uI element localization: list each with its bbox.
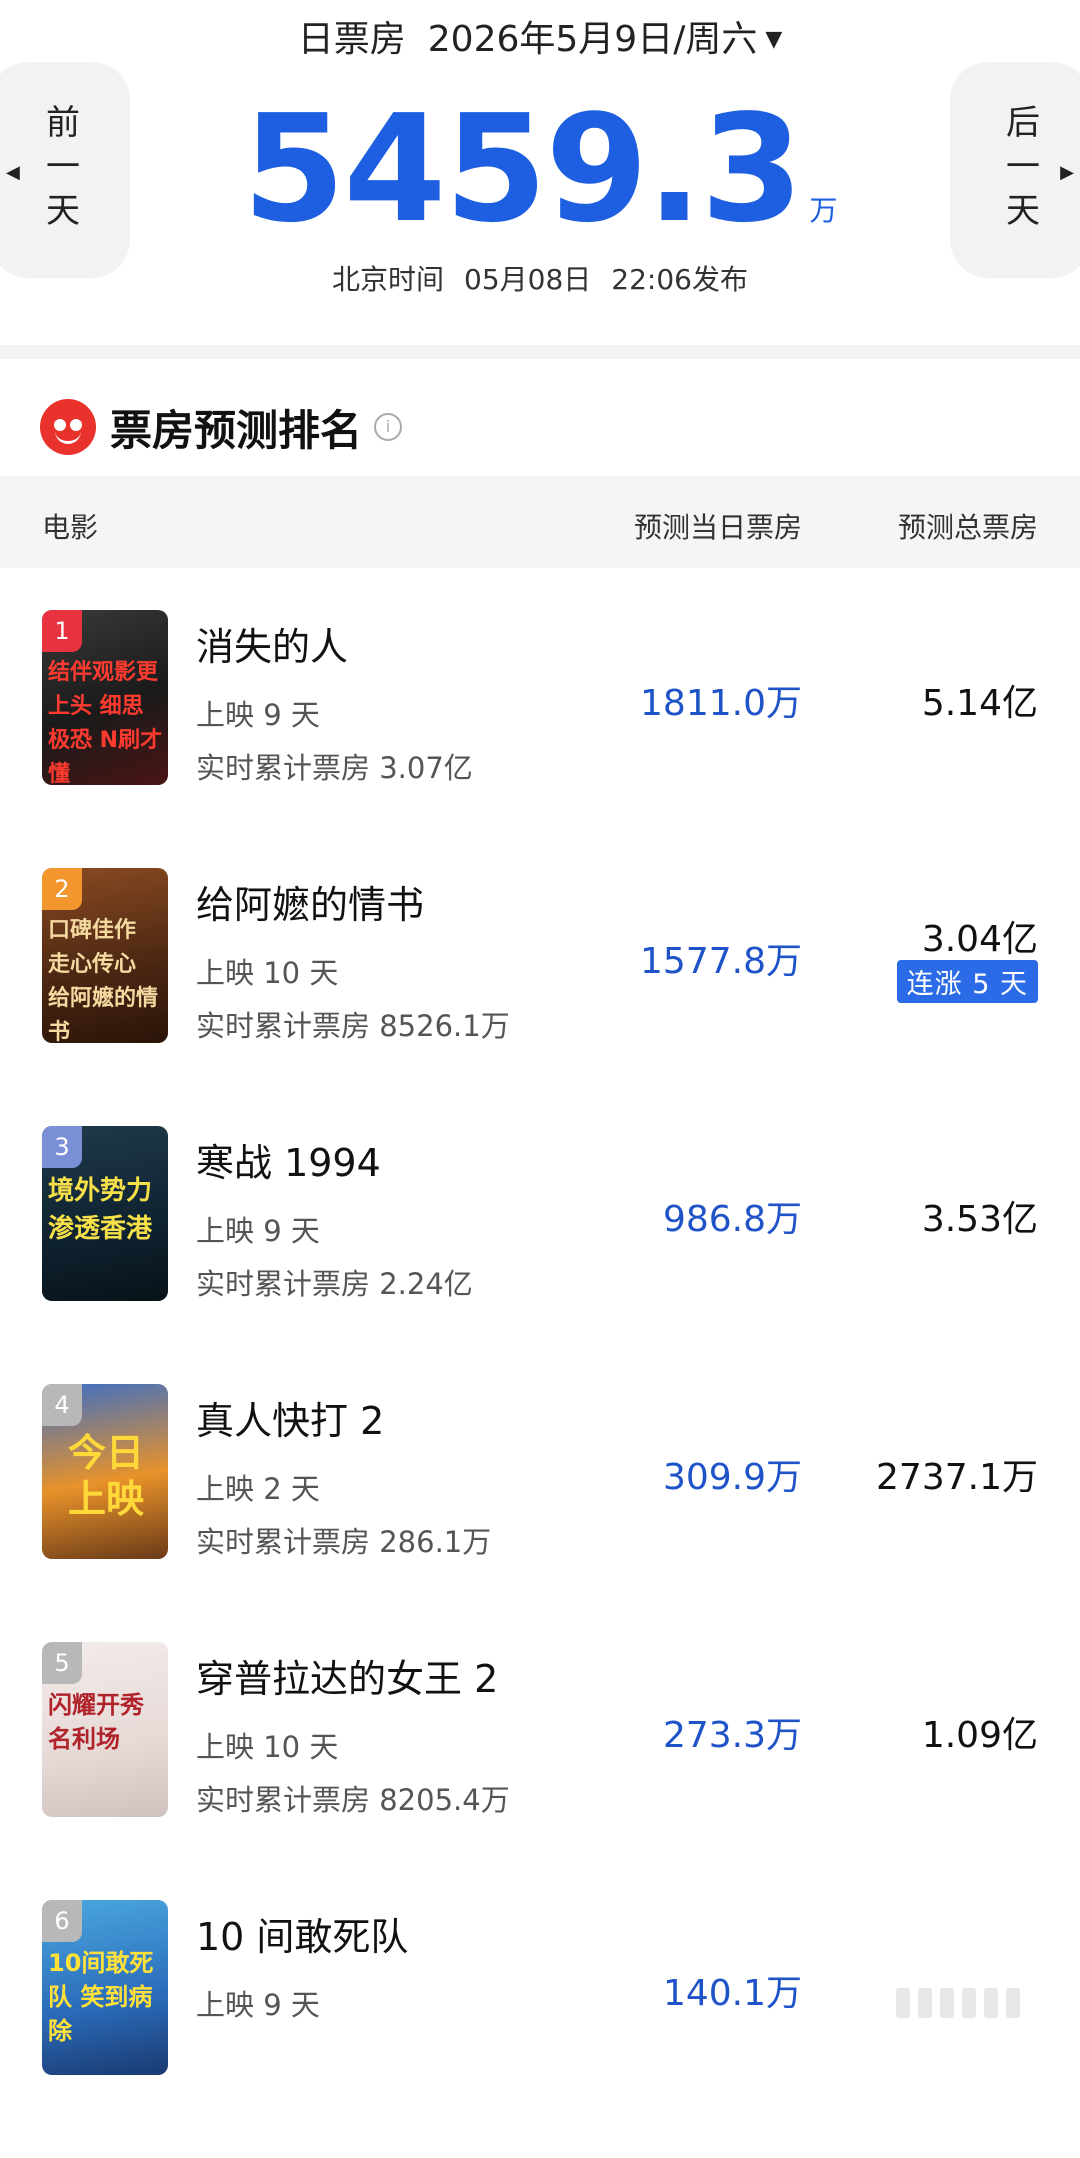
movie-row[interactable]: 1 结伴观影更上头 细思极恐 N刷才懂 消失的人 上映 9 天 实时累计票房 3… xyxy=(0,610,1080,868)
movie-name: 穿普拉达的女王 2 xyxy=(196,1657,499,1701)
poster-text: 闪耀开秀 名利场 xyxy=(48,1691,144,1753)
total-unit: 万 xyxy=(809,194,838,227)
movie-row[interactable]: 4 今日 上映 真人快打 2 上映 2 天 实时累计票房 286.1万 309.… xyxy=(0,1384,1080,1642)
table-header: 电影 预测当日票房 预测总票房 xyxy=(0,476,1080,568)
release-date: 05月08日 xyxy=(464,263,592,296)
rank-badge: 6 xyxy=(42,1900,82,1942)
movie-name: 给阿嬷的情书 xyxy=(196,883,425,927)
movie-cumulative: 实时累计票房 2.24亿 xyxy=(196,1267,473,1301)
poster-text: 10间敢死队 笑到病除 xyxy=(48,1949,154,2045)
poster-text: 结伴观影更上头 细思极恐 N刷才懂 xyxy=(48,660,163,785)
date-text: 2026年5月9日/周六 xyxy=(427,19,758,60)
total-value: 5459.3 xyxy=(242,83,803,255)
total-forecast: 3.53亿 xyxy=(921,1199,1038,1240)
movie-cumulative: 实时累计票房 8205.4万 xyxy=(196,1783,510,1817)
movie-poster: 2 口碑佳作 走心传心 给阿嬷的情书 xyxy=(42,868,168,1043)
movie-row[interactable]: 3 境外势力 渗透香港 寒战 1994 上映 9 天 实时累计票房 2.24亿 … xyxy=(0,1126,1080,1384)
rank-badge: 4 xyxy=(42,1384,82,1426)
total-forecast: 5.14亿 xyxy=(921,683,1038,724)
today-forecast: 140.1万 xyxy=(662,1973,802,2014)
release-clock: 22:06发布 xyxy=(611,263,748,296)
movie-poster: 6 10间敢死队 笑到病除 xyxy=(42,1900,168,2075)
poster-text: 今日 上映 xyxy=(67,1431,144,1521)
movie-name: 消失的人 xyxy=(196,625,349,669)
movie-days: 上映 2 天 xyxy=(196,1472,320,1506)
col-today[interactable]: 预测当日票房 xyxy=(634,506,802,546)
today-forecast: 986.8万 xyxy=(662,1199,802,1240)
date-selector[interactable]: 日票房 2026年5月9日/周六 ▼ xyxy=(0,10,1080,62)
today-forecast: 1577.8万 xyxy=(640,941,802,982)
maoyan-cat-logo-icon xyxy=(40,399,96,455)
daily-box-office-label: 日票房 xyxy=(297,19,406,60)
movie-poster: 1 结伴观影更上头 细思极恐 N刷才懂 xyxy=(42,610,168,785)
section-divider xyxy=(0,345,1080,359)
rank-badge: 5 xyxy=(42,1642,82,1684)
total-box-office: 5459.3 万 xyxy=(0,94,1080,244)
movie-name: 寒战 1994 xyxy=(196,1141,381,1185)
movie-cumulative: 实时累计票房 3.07亿 xyxy=(196,751,473,785)
movie-days: 上映 9 天 xyxy=(196,1214,320,1248)
col-total[interactable]: 预测总票房 xyxy=(898,506,1038,546)
movie-cumulative: 实时累计票房 8526.1万 xyxy=(196,1009,510,1043)
movie-poster: 4 今日 上映 xyxy=(42,1384,168,1559)
col-movie: 电影 xyxy=(42,511,99,544)
release-time: 北京时间 05月08日 22:06发布 xyxy=(0,258,1080,298)
movie-row[interactable]: 2 口碑佳作 走心传心 给阿嬷的情书 给阿嬷的情书 上映 10 天 实时累计票房… xyxy=(0,868,1080,1126)
caret-down-icon: ▼ xyxy=(765,27,783,52)
rank-badge: 2 xyxy=(42,868,82,910)
movie-row[interactable]: 6 10间敢死队 笑到病除 10 间敢死队 上映 9 天 140.1万 xyxy=(0,1900,1080,2158)
section-header: 票房预测排名 i xyxy=(40,392,403,462)
total-forecast: 1.09亿 xyxy=(921,1715,1038,1756)
movie-cumulative: 实时累计票房 286.1万 xyxy=(196,1525,492,1559)
section-title: 票房预测排名 xyxy=(110,405,363,455)
rank-badge: 1 xyxy=(42,610,82,652)
movie-days: 上映 10 天 xyxy=(196,956,339,990)
rising-streak-badge: 连涨 5 天 xyxy=(896,960,1038,1003)
release-prefix: 北京时间 xyxy=(332,263,445,296)
movie-days: 上映 9 天 xyxy=(196,698,320,732)
movie-name: 10 间敢死队 xyxy=(196,1915,409,1959)
info-icon[interactable]: i xyxy=(374,413,403,441)
poster-text: 境外势力 渗透香港 xyxy=(48,1176,153,1244)
today-forecast: 309.9万 xyxy=(662,1457,802,1498)
total-forecast: 3.04亿 xyxy=(921,919,1038,960)
top-summary: 日票房 2026年5月9日/周六 ▼ ◀ 前一天 ▶ 后一天 5459.3 万 北京时… xyxy=(0,0,1080,345)
movie-poster: 3 境外势力 渗透香港 xyxy=(42,1126,168,1301)
watermark-bars xyxy=(896,1988,1020,2018)
today-forecast: 1811.0万 xyxy=(640,683,802,724)
movie-poster: 5 闪耀开秀 名利场 xyxy=(42,1642,168,1817)
rank-badge: 3 xyxy=(42,1126,82,1168)
movie-days: 上映 10 天 xyxy=(196,1730,339,1764)
movie-row[interactable]: 5 闪耀开秀 名利场 穿普拉达的女王 2 上映 10 天 实时累计票房 8205… xyxy=(0,1642,1080,1900)
today-forecast: 273.3万 xyxy=(662,1715,802,1756)
poster-text: 口碑佳作 走心传心 给阿嬷的情书 xyxy=(48,918,159,1043)
movie-days: 上映 9 天 xyxy=(196,1988,320,2022)
movie-name: 真人快打 2 xyxy=(196,1399,385,1443)
total-forecast: 2737.1万 xyxy=(876,1457,1038,1498)
